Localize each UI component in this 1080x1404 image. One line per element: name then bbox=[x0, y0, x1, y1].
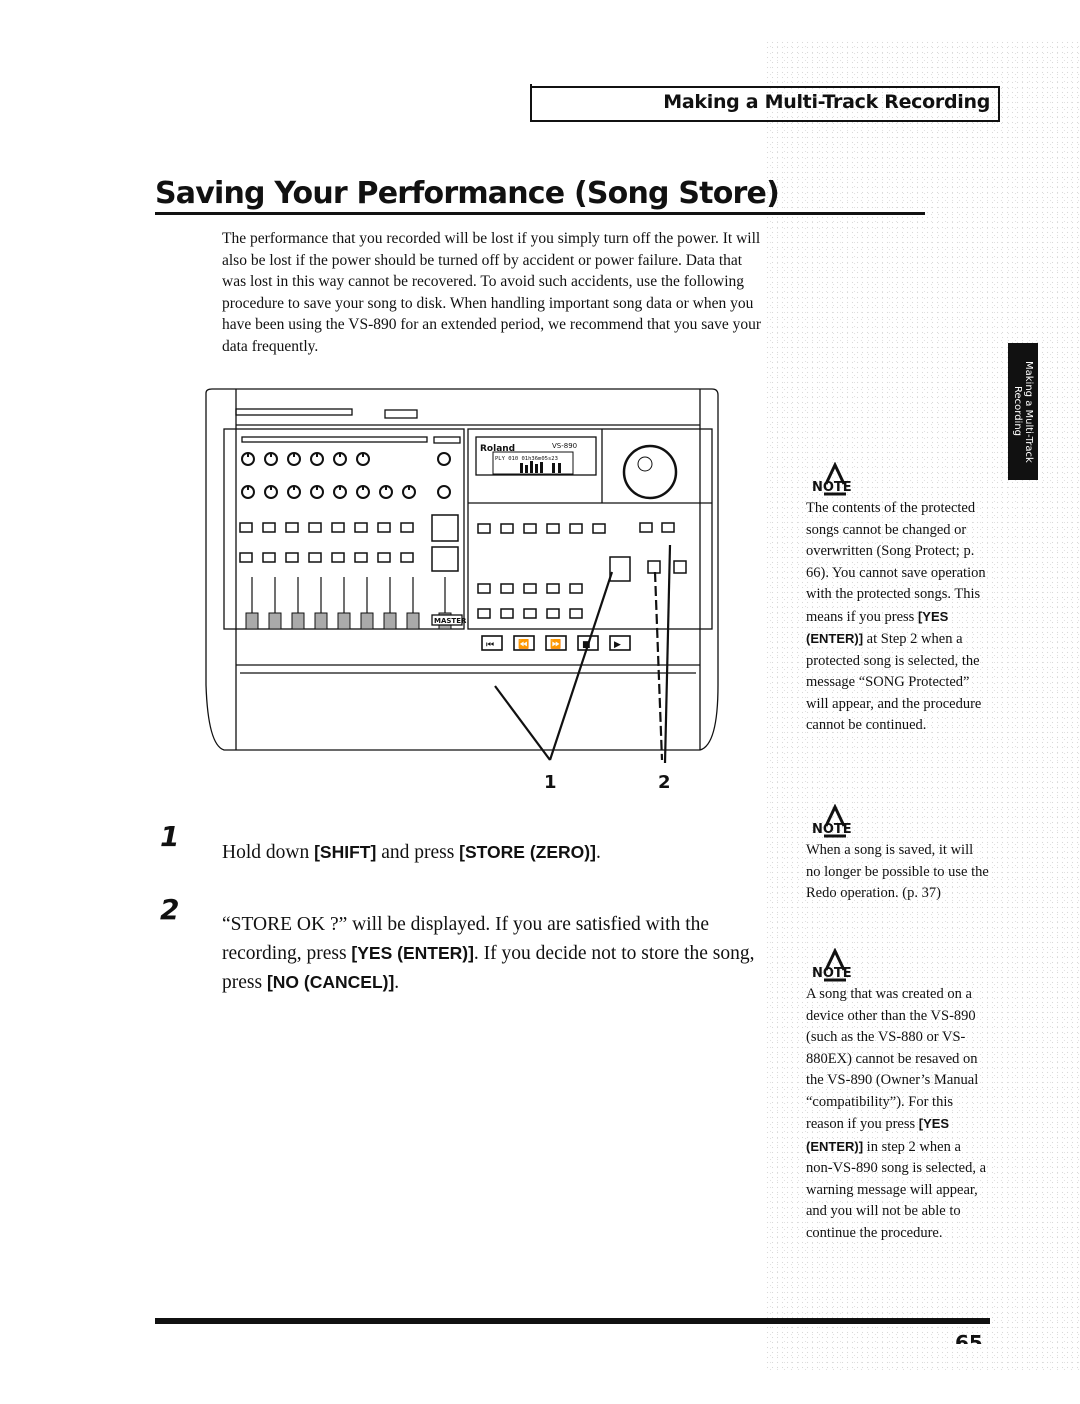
yes-button bbox=[673, 560, 687, 574]
fader-cap bbox=[245, 612, 259, 630]
transport-icon: ⏪ bbox=[518, 638, 529, 650]
select-button bbox=[239, 522, 253, 533]
store-button bbox=[609, 556, 631, 582]
fader-cap bbox=[383, 612, 397, 630]
time-value-wheel bbox=[622, 444, 678, 500]
locator-button bbox=[569, 583, 583, 594]
chapter-tab: Making a Multi-Track Recording bbox=[1008, 343, 1038, 480]
fader-cap bbox=[406, 612, 420, 630]
select-button bbox=[354, 522, 368, 533]
callout-1: 1 bbox=[544, 772, 557, 793]
select-button bbox=[377, 522, 391, 533]
select-button bbox=[331, 522, 345, 533]
section-header: Making a Multi-Track Recording bbox=[530, 86, 1000, 122]
status-button bbox=[331, 552, 345, 563]
chapter-tab-label: Making a Multi-Track Recording bbox=[1012, 360, 1034, 463]
fader-cap bbox=[360, 612, 374, 630]
select-button bbox=[285, 522, 299, 533]
step-text-run: and press bbox=[376, 842, 460, 863]
step-text-run: Hold down bbox=[222, 842, 315, 863]
svg-text:NOTE: NOTE bbox=[812, 480, 852, 495]
no-button bbox=[647, 560, 661, 574]
footer-rule bbox=[155, 1318, 990, 1324]
callout-2: 2 bbox=[658, 772, 671, 793]
brand-logo: Roland bbox=[480, 444, 515, 454]
input-label-strip bbox=[235, 408, 353, 416]
fader-cap bbox=[268, 612, 282, 630]
device-body bbox=[205, 388, 719, 751]
locator-button bbox=[477, 608, 491, 619]
lcd-text: PLY 010 01h36m05s23 bbox=[495, 456, 558, 462]
edit-button bbox=[477, 523, 491, 534]
step-number: 2 bbox=[160, 893, 180, 926]
status-button bbox=[400, 552, 414, 563]
key-label: [NO (CANCEL)] bbox=[266, 972, 395, 992]
edit-button bbox=[569, 523, 583, 534]
fader-cap bbox=[337, 612, 351, 630]
callout-lines bbox=[494, 544, 672, 764]
note-text-run: A song that was created on a device othe… bbox=[806, 986, 979, 1132]
status-button bbox=[354, 552, 368, 563]
key-label: [SHIFT] bbox=[314, 842, 377, 862]
note-text-run: When a song is saved, it will no longer … bbox=[806, 842, 989, 901]
note-icon: NOTE bbox=[812, 804, 852, 838]
step-text-run: . bbox=[595, 842, 601, 863]
locator-button bbox=[569, 608, 583, 619]
lcd-meters bbox=[520, 461, 561, 473]
status-button bbox=[377, 552, 391, 563]
select-button bbox=[400, 522, 414, 533]
svg-text:MASTER: MASTER bbox=[434, 617, 467, 625]
locator-button bbox=[546, 608, 560, 619]
edit-button bbox=[500, 523, 514, 534]
key-label: [STORE (ZERO)] bbox=[459, 842, 596, 862]
step-text-run: . bbox=[394, 972, 400, 993]
section-header-title: Making a Multi-Track Recording bbox=[663, 91, 990, 113]
step-number: 1 bbox=[160, 820, 180, 853]
select-button bbox=[262, 522, 276, 533]
edit-button bbox=[523, 523, 537, 534]
svg-text:NOTE: NOTE bbox=[812, 966, 852, 981]
locator-button bbox=[500, 583, 514, 594]
note-icon: NOTE bbox=[812, 948, 852, 982]
device-illustration: ⏮ ⏪ ⏩ ■ ▶ Roland VS-890 PLY 010 01h36m05s23 … bbox=[205, 388, 719, 793]
key-label: [YES (ENTER)] bbox=[351, 943, 474, 963]
fader-button bbox=[431, 546, 459, 572]
select-button bbox=[308, 522, 322, 533]
fader-cap bbox=[314, 612, 328, 630]
note-box: NOTE A song that was created on a device … bbox=[806, 948, 991, 1244]
step-2-text: “STORE OK ?” will be displayed. If you a… bbox=[222, 911, 762, 997]
transport-icon: ▶ bbox=[614, 640, 621, 650]
page-number: 65 bbox=[955, 1331, 983, 1344]
status-button bbox=[239, 552, 253, 563]
edit-button bbox=[592, 523, 606, 534]
fader-cap bbox=[291, 612, 305, 630]
status-button bbox=[285, 552, 299, 563]
edit-button bbox=[546, 523, 560, 534]
intro-paragraph: The performance that you recorded will b… bbox=[222, 230, 762, 355]
note-icon: NOTE bbox=[812, 462, 852, 496]
note-text-run: The contents of the protected songs cann… bbox=[806, 500, 986, 625]
status-button bbox=[262, 552, 276, 563]
model-label: VS-890 bbox=[552, 442, 577, 450]
step-1-text: Hold down [SHIFT] and press [STORE (ZERO… bbox=[222, 838, 762, 867]
page-title: Saving Your Performance (Song Store) bbox=[155, 176, 780, 211]
svg-text:NOTE: NOTE bbox=[812, 822, 852, 837]
locator-button bbox=[523, 608, 537, 619]
title-rule bbox=[155, 212, 925, 215]
transport-icon: ⏮ bbox=[486, 640, 494, 650]
ez-routing-button bbox=[431, 514, 459, 542]
note-box: NOTE The contents of the protected songs … bbox=[806, 462, 991, 737]
transport-icon: ⏩ bbox=[550, 638, 561, 650]
locator-button bbox=[523, 583, 537, 594]
locator-button bbox=[477, 583, 491, 594]
locator-button bbox=[546, 583, 560, 594]
aux-knob bbox=[437, 485, 451, 499]
locator-button bbox=[500, 608, 514, 619]
phones-knob bbox=[437, 452, 451, 466]
status-button bbox=[308, 552, 322, 563]
note-text-run: at Step 2 when a protected song is selec… bbox=[806, 631, 982, 733]
note-box: NOTE When a song is saved, it will no lon… bbox=[806, 804, 991, 905]
